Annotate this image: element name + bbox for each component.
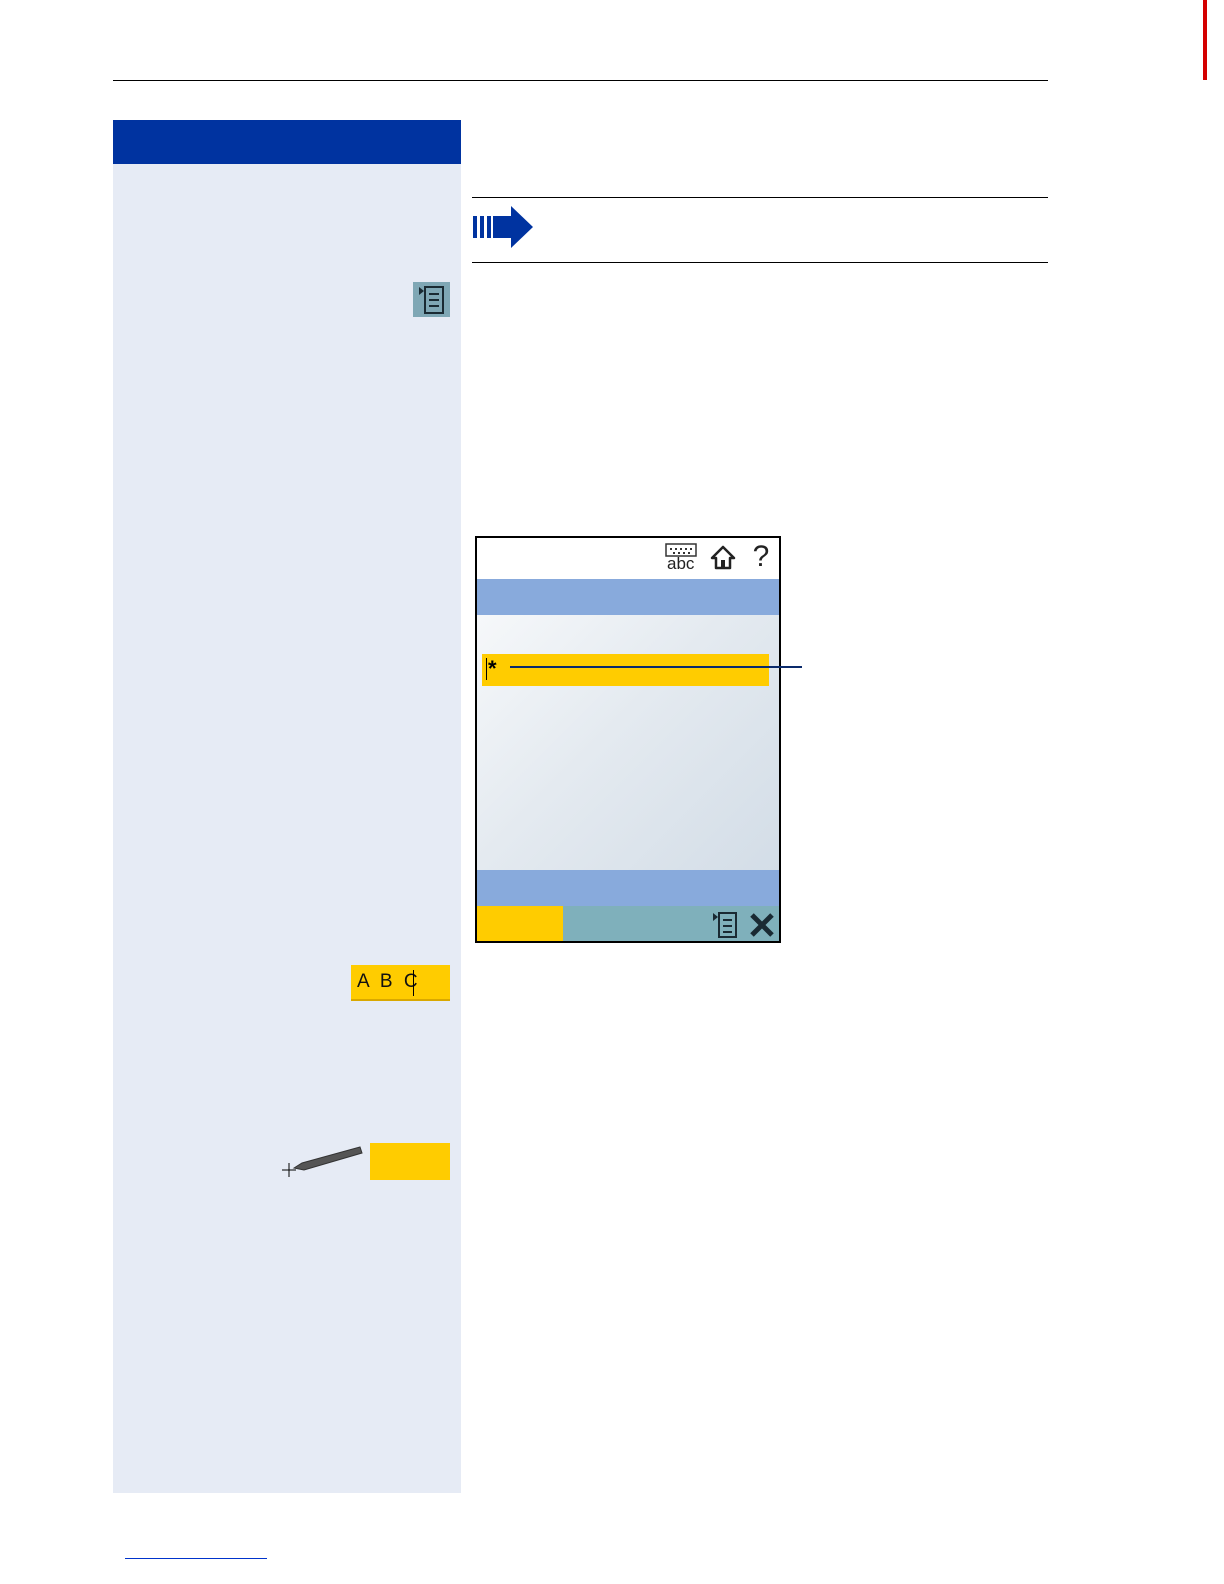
stylus-pen-icon [282,1146,363,1177]
menu-list-icon[interactable] [710,910,742,940]
phone-title-bar [477,579,779,615]
chapter-tab-marker [1203,0,1207,80]
phone-status-bar [477,870,779,906]
text-cursor [486,658,487,680]
question-mark-icon[interactable]: ? [749,540,773,574]
callout-line [510,666,802,668]
close-x-icon[interactable] [747,910,777,940]
arrow-right-icon [473,206,533,248]
note-rule-bottom [472,262,1048,263]
keyboard-abc-icon[interactable]: abc [665,543,699,573]
phone-left-softkey[interactable] [477,906,563,941]
home-icon[interactable] [710,545,736,571]
menu-list-icon[interactable] [413,282,450,317]
phone-input-value: * [488,656,497,681]
sidebar-header-bar [113,120,461,164]
phone-screen: abc ? * [475,536,781,943]
top-rule [113,80,1048,81]
softkey-button[interactable] [370,1143,450,1180]
note-rule-top [472,197,1048,198]
keyboard-label: abc [667,554,695,573]
phone-input-field[interactable]: * [482,654,769,686]
abc-input-field[interactable]: A B C [351,965,450,1001]
footer-link-underline [125,1558,267,1559]
text-cursor [413,970,414,996]
sidebar-column [113,120,461,1493]
abc-input-value: A B C [357,971,421,992]
